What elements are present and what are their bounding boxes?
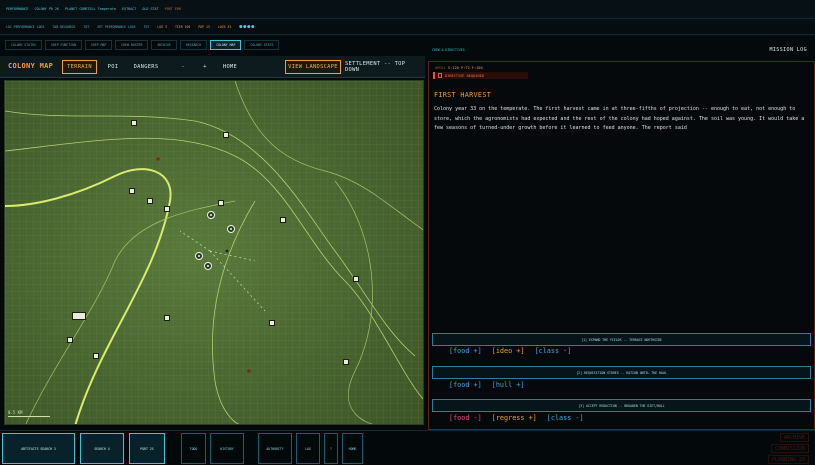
terrain-map: [5, 81, 423, 424]
effect-tag: [food +]: [449, 381, 482, 389]
mission-log-title: MISSION LOG: [769, 47, 807, 53]
topbar-item: COLONY PR 2K: [34, 7, 59, 11]
poi-marker[interactable]: [223, 132, 229, 138]
ghost-label: ARCHIVE: [779, 433, 809, 442]
port-button[interactable]: PORT 2S: [129, 433, 165, 464]
home-view-button[interactable]: HOME: [220, 60, 240, 74]
log-meta-date: APRIL: [435, 66, 446, 70]
directive-label: DIRECTIVE REQUIRED: [445, 73, 484, 78]
topbar-item: PLANET COMETELL Temperate: [64, 7, 117, 11]
todo-button[interactable]: TODO: [181, 433, 206, 464]
effect-tag: [ideo +]: [491, 347, 525, 355]
map-mode-label: SETTLEMENT -- TOP DOWN: [345, 61, 406, 73]
topbar-item: OLD STAT: [142, 7, 159, 11]
effect-tag: [food -]: [449, 414, 482, 422]
poi-marker[interactable]: [269, 320, 275, 326]
choice-3-effects: [food -] [regress +] [class -]: [449, 414, 584, 422]
ghost-label: COMMISSION: [770, 444, 809, 453]
event-heading: FIRST HARVEST: [434, 91, 492, 99]
map-title: COLONY MAP: [8, 62, 54, 70]
settlement-marker[interactable]: [227, 225, 235, 233]
poi-marker[interactable]: [343, 359, 349, 365]
stat-log: LOG 3: [157, 24, 167, 29]
signal-dots-icon: ●●●●: [239, 23, 256, 30]
poi-marker[interactable]: [353, 276, 359, 282]
topbar-item: EXTRACT: [122, 7, 137, 11]
log-button[interactable]: LOG: [296, 433, 320, 464]
tab-crew-roster[interactable]: CREW ROSTER: [115, 40, 149, 50]
status-item: TOT: [143, 24, 150, 29]
settlement-marker[interactable]: [204, 262, 212, 270]
effect-tag: [regress +]: [491, 414, 537, 422]
poi-marker[interactable]: [147, 198, 153, 204]
status-item: TOT: [83, 24, 90, 29]
poi-marker[interactable]: [131, 120, 137, 126]
tab-colony-map[interactable]: COLONY MAP: [210, 40, 242, 50]
choice-button-2[interactable]: [2] REQUISITION STORES -- RATION UNTIL T…: [432, 366, 811, 379]
map-scale-label: 0.5 KM: [8, 410, 23, 415]
tab-colony-stats[interactable]: COLONY STATS: [244, 40, 280, 50]
tab-ship-function[interactable]: SHIP FUNCTION: [44, 40, 82, 50]
view-tabs: COLONY STATUS SHIP FUNCTION SHIP MAP CRE…: [0, 40, 425, 51]
search-button[interactable]: SEARCH 4: [80, 433, 124, 464]
stat-pop: POP 13: [198, 24, 210, 29]
settlement-marker[interactable]: [207, 211, 215, 219]
alert-icon: [438, 73, 442, 78]
poi-marker[interactable]: [164, 206, 170, 212]
view-landscape-button[interactable]: VIEW LANDSCAPE: [285, 60, 341, 74]
authority-button[interactable]: AUTHORITY: [258, 433, 292, 464]
effect-tag: [food +]: [449, 347, 482, 355]
zoom-out-button[interactable]: -: [177, 60, 189, 74]
help-button[interactable]: ?: [324, 433, 338, 464]
status-item: SET PERFORMANCE LOGS: [97, 24, 136, 29]
poi-marker[interactable]: [72, 312, 86, 320]
status-item: TAB RESOURCE: [52, 24, 76, 29]
poi-marker[interactable]: [129, 188, 135, 194]
history-button[interactable]: HISTORY: [210, 433, 244, 464]
poi-marker[interactable]: [164, 315, 170, 321]
map-grid: [5, 81, 423, 424]
topbar-item: PERFORMANCE: [6, 7, 29, 11]
map-toolbar: COLONY MAP TERRAIN POI DANGERS - + HOME …: [0, 56, 425, 78]
danger-marker: [247, 369, 251, 373]
danger-marker: [156, 157, 160, 161]
event-body: Colony year 33 on the temperate. The fir…: [434, 106, 805, 132]
choice-1-effects: [food +] [ideo +] [class -]: [449, 347, 571, 355]
map-scale-bar: [8, 416, 50, 417]
poi-marker[interactable]: [67, 337, 73, 343]
directive-badge: DIRECTIVE REQUIRED: [433, 72, 528, 79]
resource-status-bar: LOC PERFORMANCE LOGS TAB RESOURCE TOT SE…: [0, 19, 815, 35]
log-meta: APRIL S:120 P:72 F:100: [435, 66, 483, 70]
tab-ship-map[interactable]: SHIP MAP: [84, 40, 113, 50]
terrain-marker: [225, 249, 229, 253]
settlement-marker[interactable]: [195, 252, 203, 260]
dangers-toggle-button[interactable]: DANGERS: [131, 60, 161, 74]
poi-marker[interactable]: [93, 353, 99, 359]
stat-tier: TIER 109: [174, 24, 191, 29]
effect-tag: [hull +]: [491, 381, 525, 389]
choice-button-1[interactable]: [1] EXPAND THE FIELDS -- TERRACE NORTHSI…: [432, 333, 811, 346]
home-button[interactable]: HOME: [342, 433, 363, 464]
top-system-bar: PERFORMANCE COLONY PR 2K PLANET COMETELL…: [0, 0, 815, 19]
ghost-label: PLANNING 20: [767, 455, 809, 464]
stat-lock: LOCK 33: [217, 24, 232, 29]
effect-tag: [class -]: [534, 347, 572, 355]
tab-research[interactable]: RESEARCH: [179, 40, 208, 50]
tab-archive[interactable]: ARCHIVE: [151, 40, 177, 50]
colony-map-canvas[interactable]: 0.5 KM: [4, 80, 424, 425]
panel-tag: CREW & DIRECTIVES: [432, 48, 465, 52]
tab-colony-status[interactable]: COLONY STATUS: [5, 40, 42, 50]
effect-tag: [class -]: [546, 414, 584, 422]
topbar-alert: PORT ERR: [164, 7, 181, 11]
poi-toggle-button[interactable]: POI: [104, 60, 122, 74]
artifacts-search-button[interactable]: ARTIFACTS SEARCH 3: [2, 433, 75, 464]
choice-button-3[interactable]: [3] ACCEPT REDUCTION -- BROADEN THE DIET…: [432, 399, 811, 412]
poi-marker[interactable]: [218, 200, 224, 206]
terrain-toggle-button[interactable]: TERRAIN: [62, 60, 97, 74]
zoom-in-button[interactable]: +: [199, 60, 211, 74]
log-meta-values: S:120 P:72 F:100: [448, 66, 483, 70]
status-item: LOC PERFORMANCE LOGS: [6, 24, 45, 29]
choice-2-effects: [food +] [hull +]: [449, 381, 525, 389]
poi-marker[interactable]: [280, 217, 286, 223]
